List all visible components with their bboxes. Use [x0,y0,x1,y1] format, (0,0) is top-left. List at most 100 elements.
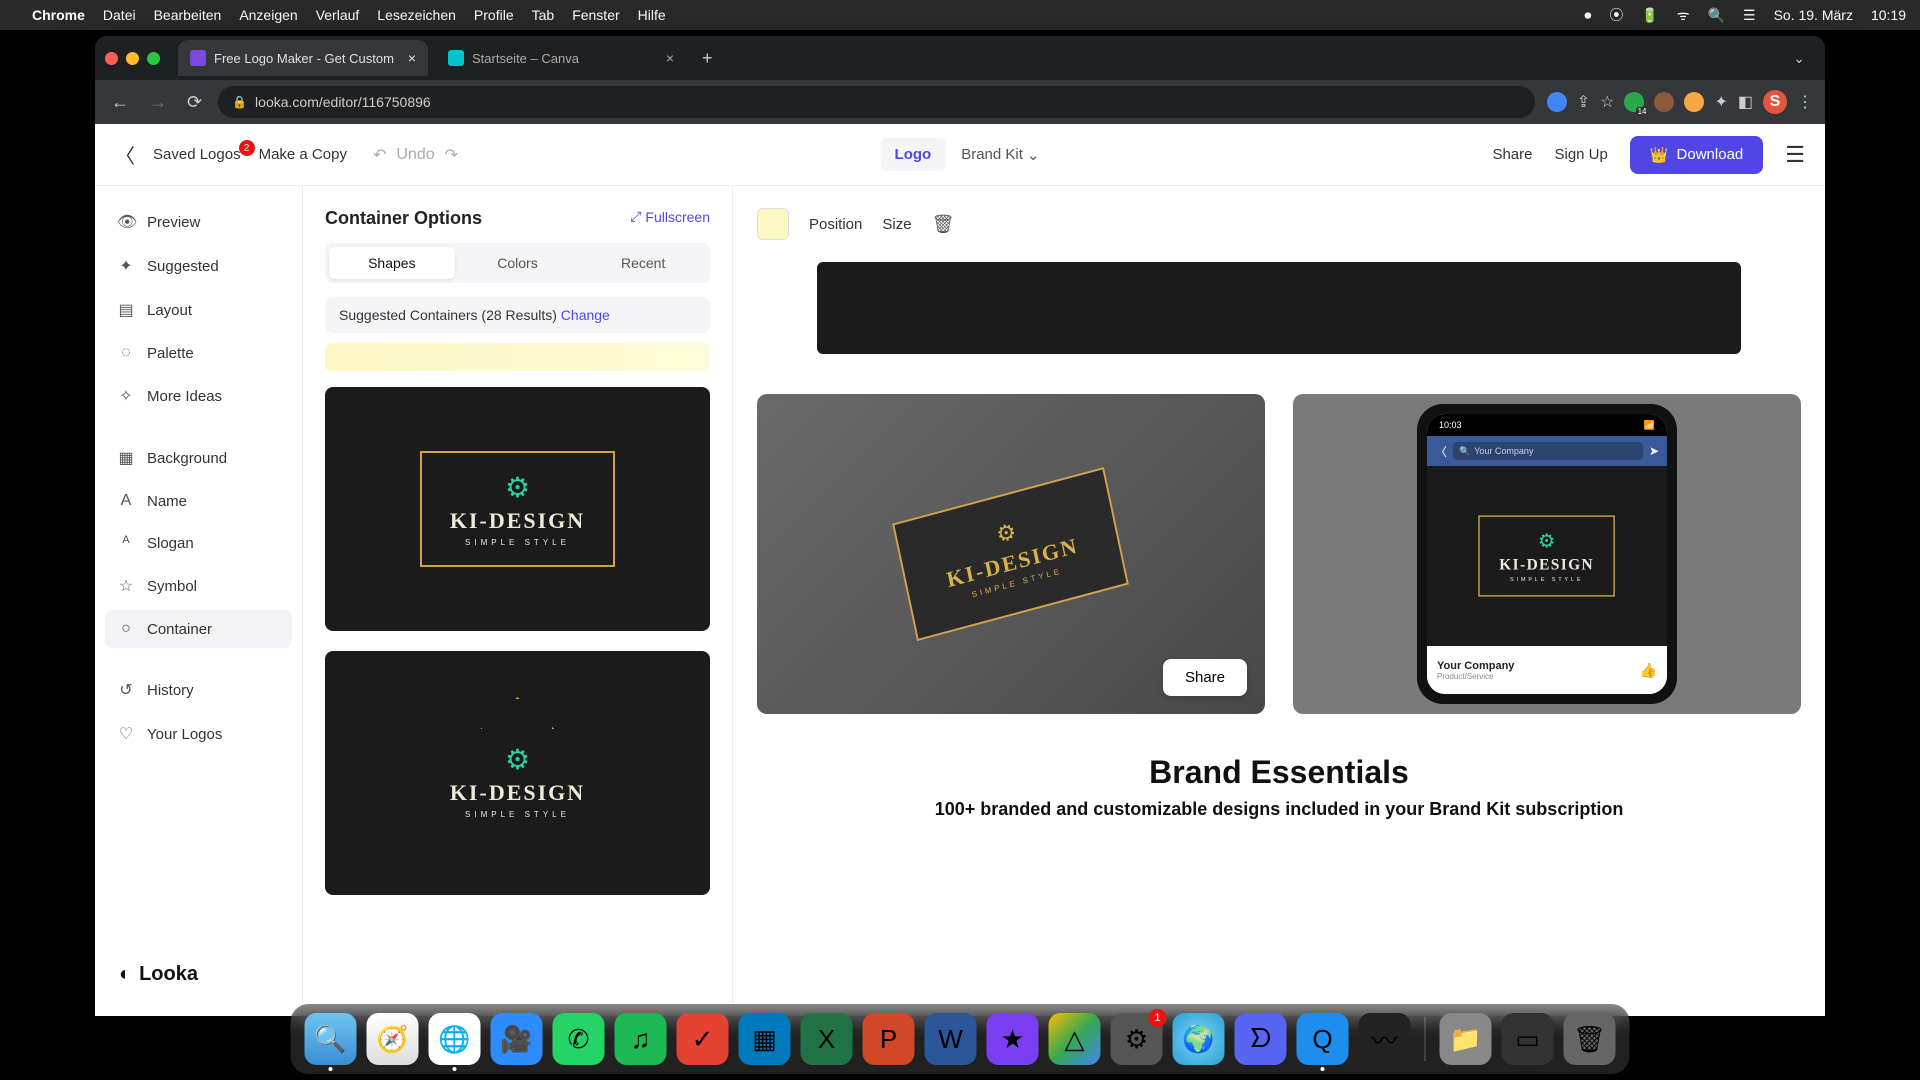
address-bar[interactable]: 🔒 looka.com/editor/116750896 [218,86,1535,118]
extension-brown-icon[interactable] [1654,92,1674,112]
nav-background[interactable]: ▦Background [105,438,292,478]
dock-imovie[interactable]: ★ [987,1013,1039,1065]
menu-anzeigen[interactable]: Anzeigen [239,7,297,23]
battery-icon[interactable]: 🔋 [1641,7,1658,24]
dock-globe[interactable]: 🌍 [1173,1013,1225,1065]
nav-slogan[interactable]: ᴬSlogan [105,524,292,562]
close-window-button[interactable] [105,52,118,65]
container-variant-rect[interactable]: ⚙ KI-DESIGN SIMPLE STYLE [325,387,710,631]
share-button[interactable]: Share [1492,146,1532,163]
menu-datei[interactable]: Datei [103,7,136,23]
menu-fenster[interactable]: Fenster [572,7,619,23]
menubar-time[interactable]: 10:19 [1871,7,1906,23]
wifi-icon[interactable]: ᯤ [1677,6,1690,25]
tabs-dropdown-icon[interactable]: ⌄ [1783,50,1815,67]
extension-green-icon[interactable] [1624,92,1644,112]
profile-avatar[interactable]: S [1763,90,1787,114]
app-back-button[interactable]: 〈 [115,140,135,169]
mockup-share-button[interactable]: Share [1163,659,1247,696]
mockup-business-card[interactable]: ⚙ KI-DESIGN SIMPLE STYLE Share [757,394,1265,714]
dock-word[interactable]: W [925,1013,977,1065]
search-icon[interactable]: 🔍 [1708,7,1725,24]
minimize-window-button[interactable] [126,52,139,65]
color-swatch[interactable] [757,208,789,240]
change-link[interactable]: Change [561,307,610,323]
close-tab-icon[interactable]: × [408,50,416,66]
hamburger-menu-icon[interactable]: ☰ [1785,142,1805,168]
nav-symbol[interactable]: ☆Symbol [105,566,292,606]
mode-logo-tab[interactable]: Logo [881,138,946,171]
undo-icon[interactable]: ↶ [373,145,386,165]
dock-trash[interactable]: 🗑 [1564,1013,1616,1065]
dock-chrome[interactable]: 🌐 [429,1013,481,1065]
delete-icon[interactable]: 🗑 [932,214,955,235]
nav-name[interactable]: AName [105,482,292,520]
menu-bearbeiten[interactable]: Bearbeiten [154,7,222,23]
tab-recent[interactable]: Recent [580,247,706,279]
dock-folder[interactable]: 📁 [1440,1013,1492,1065]
nav-history[interactable]: ↺History [105,670,292,710]
kebab-menu-icon[interactable]: ⋮ [1797,92,1813,112]
share-page-icon[interactable]: ⇪ [1577,92,1590,112]
nav-palette[interactable]: ◌Palette [105,334,292,372]
menu-tab[interactable]: Tab [532,7,555,23]
dock-drive[interactable]: △ [1049,1013,1101,1065]
extensions-puzzle-icon[interactable]: ✦ [1714,92,1727,112]
position-button[interactable]: Position [809,216,862,233]
tab-active[interactable]: Free Logo Maker - Get Custom × [178,40,428,76]
signup-button[interactable]: Sign Up [1554,146,1607,163]
tab-shapes[interactable]: Shapes [329,247,455,279]
extension-orange-icon[interactable] [1684,92,1704,112]
mode-brandkit-tab[interactable]: Brand Kit ⌄ [961,146,1039,164]
logo-canvas[interactable] [817,262,1741,354]
dock-excel[interactable]: X [801,1013,853,1065]
nav-your-logos[interactable]: ♡Your Logos [105,714,292,754]
reload-button[interactable]: ⟳ [183,88,206,117]
saved-logos-link[interactable]: Saved Logos 2 [153,146,241,163]
make-copy-button[interactable]: Make a Copy [259,146,347,163]
menu-hilfe[interactable]: Hilfe [638,7,666,23]
sidepanel-icon[interactable]: ◧ [1738,92,1753,112]
redo-icon[interactable]: ↷ [445,145,458,165]
nav-suggested[interactable]: ✦Suggested [105,246,292,286]
stop-icon[interactable]: ⦿ [1609,5,1623,25]
forward-button[interactable]: → [145,88,171,117]
dock-whatsapp[interactable]: ✆ [553,1013,605,1065]
dock-powerpoint[interactable]: P [863,1013,915,1065]
nav-layout[interactable]: ▤Layout [105,290,292,330]
nav-container[interactable]: ○Container [105,610,292,648]
dock-settings[interactable]: ⚙1 [1111,1013,1163,1065]
nav-more-ideas[interactable]: ✧More Ideas [105,376,292,416]
dock-discord[interactable]: ᗤ [1235,1013,1287,1065]
dock-quicktime[interactable]: Q [1297,1013,1349,1065]
dock-safari[interactable]: 🧭 [367,1013,419,1065]
menubar-date[interactable]: So. 19. März [1774,7,1853,23]
menu-profile[interactable]: Profile [474,7,514,23]
dock-trello[interactable]: ▦ [739,1013,791,1065]
tab-colors[interactable]: Colors [455,247,581,279]
dock-spotify[interactable]: ♫ [615,1013,667,1065]
download-button[interactable]: 👑 Download [1630,136,1763,174]
close-tab-icon[interactable]: × [666,50,674,66]
translate-icon[interactable] [1547,92,1567,112]
dock-audio[interactable]: 〰 [1359,1013,1411,1065]
menu-verlauf[interactable]: Verlauf [316,7,360,23]
new-tab-button[interactable]: + [694,48,721,69]
size-button[interactable]: Size [882,216,911,233]
container-variant-diamond[interactable]: ⚙ KI-DESIGN SIMPLE STYLE [325,651,710,895]
menu-lesezeichen[interactable]: Lesezeichen [377,7,456,23]
record-icon[interactable]: ⏺ [1584,7,1591,24]
dock-todoist[interactable]: ✓ [677,1013,729,1065]
control-center-icon[interactable]: ☰ [1743,7,1756,24]
dock-recent[interactable]: ▭ [1502,1013,1554,1065]
selected-container-strip[interactable] [325,343,710,371]
dock-zoom[interactable]: 🎥 [491,1013,543,1065]
menubar-app[interactable]: Chrome [32,7,85,23]
fullscreen-button[interactable]: ⤢Fullscreen [630,208,710,225]
tab-inactive[interactable]: Startseite – Canva × [436,40,686,76]
nav-preview[interactable]: 👁Preview [105,202,292,242]
mockup-phone[interactable]: 10:03 📶 〈 🔍Your Company ➤ [1293,394,1801,714]
back-button[interactable]: ← [107,88,133,117]
maximize-window-button[interactable] [147,52,160,65]
bookmark-star-icon[interactable]: ☆ [1600,92,1614,112]
